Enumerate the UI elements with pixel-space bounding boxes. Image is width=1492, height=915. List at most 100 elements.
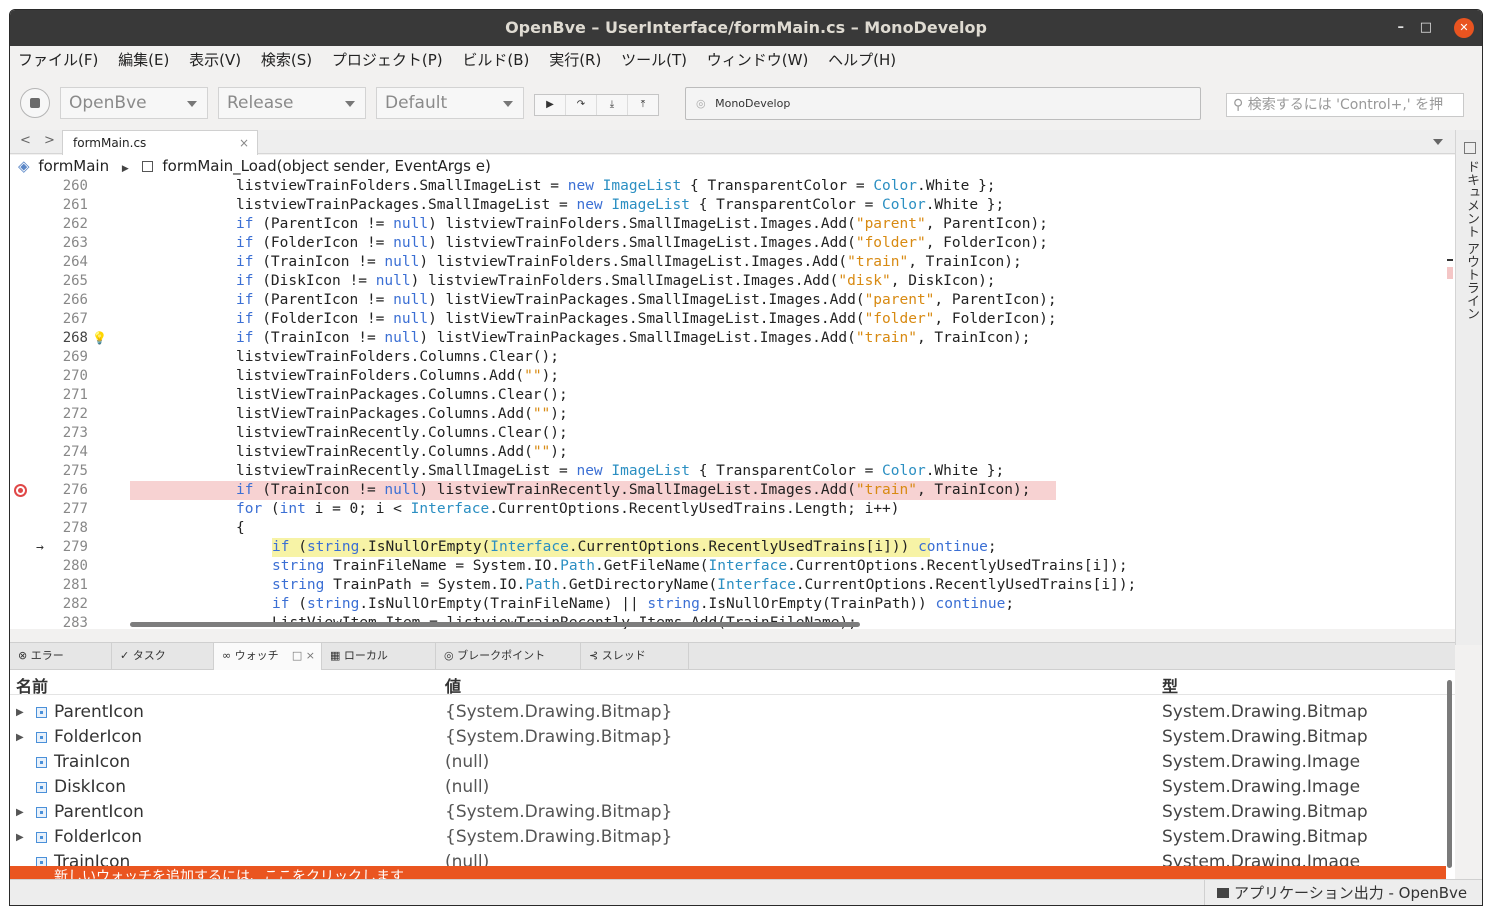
menu-project[interactable]: プロジェクト(P) [332,46,450,74]
document-tab-bar: < > formMain.cs × [10,130,1455,155]
column-type[interactable]: 型 [1162,673,1178,697]
watch-name: FolderIcon [54,827,143,847]
tab-formmain[interactable]: formMain.cs × [62,130,258,155]
project-selector[interactable]: OpenBve [60,87,208,119]
code-line[interactable]: 277 for (int i = 0; i < Interface.Current… [10,500,1455,519]
outline-icon [1464,142,1476,154]
code-line[interactable]: 280 string TrainFileName = System.IO.Path… [10,557,1455,576]
tab-threads[interactable]: ⊰ スレッド [581,643,689,670]
code-line[interactable]: 272 listViewTrainPackages.Columns.Add("")… [10,405,1455,424]
close-icon[interactable]: × [239,131,249,155]
code-text: for (int i = 0; i < Interface.CurrentOpt… [236,501,900,517]
menu-search[interactable]: 検索(S) [261,46,319,74]
tab-tasks[interactable]: ✓ タスク [112,643,214,670]
code-line[interactable]: 274 listviewTrainRecently.Columns.Add("")… [10,443,1455,462]
line-number: 274 [62,444,88,460]
watch-row[interactable]: ▶ FolderIcon {System.Drawing.Bitmap} System… [10,825,1455,850]
breakpoint-icon[interactable] [14,484,27,497]
chevron-left-icon[interactable]: < [20,130,31,152]
code-line[interactable]: 276 if (TrainIcon != null) listviewTrainR… [10,481,1455,500]
search-icon: ⚲ [1233,97,1244,113]
code-line[interactable]: 273 listviewTrainRecently.Columns.Clear()… [10,424,1455,443]
menu-window[interactable]: ウィンドウ(W) [707,46,816,74]
line-number: 273 [62,425,88,441]
close-button[interactable]: ✕ [1454,18,1474,38]
code-line[interactable]: 260 listviewTrainFolders.SmallImageList =… [10,177,1455,196]
document-outline-panel[interactable]: ドキュメント アウトライン [1455,130,1482,645]
code-line[interactable]: 267 if (FolderIcon != null) listViewTrain… [10,310,1455,329]
line-number: 268 [62,330,88,346]
tab-locals[interactable]: ▦ ローカル [322,643,436,670]
column-value[interactable]: 値 [445,673,461,697]
code-text: listviewTrainRecently.SmallImageList = n… [236,463,1005,479]
code-line[interactable]: 278 { [10,519,1455,538]
horizontal-scrollbar[interactable] [130,622,860,627]
tab-breakpoints[interactable]: ◎ ブレークポイント [436,643,581,670]
menu-edit[interactable]: 編集(E) [118,46,176,74]
watch-row[interactable]: ▶ FolderIcon {System.Drawing.Bitmap} System… [10,725,1455,750]
column-name[interactable]: 名前 [16,673,48,697]
code-text: string TrainPath = System.IO.Path.GetDir… [272,577,1137,593]
code-line[interactable]: → 279 if (string.IsNullOrEmpty(Interface.C… [10,538,1455,557]
code-text: listviewTrainFolders.SmallImageList = ne… [236,178,996,194]
play-icon[interactable]: ▶ [535,95,566,115]
menu-view[interactable]: 表示(V) [189,46,248,74]
menu-build[interactable]: ビルド(B) [462,46,536,74]
chevron-right-icon[interactable]: > [44,130,55,152]
step-into-icon[interactable]: ⤓ [597,95,628,115]
tab-watch[interactable]: ∞ ウォッチ □ × [214,643,322,670]
configuration-selector[interactable]: Release [218,87,366,119]
code-text: if (TrainIcon != null) listviewTrainFold… [236,254,1022,270]
menu-tools[interactable]: ツール(T) [621,46,694,74]
watch-row[interactable]: TrainIcon (null) System.Drawing.Image [10,750,1455,775]
code-line[interactable]: 266 if (ParentIcon != null) listViewTrain… [10,291,1455,310]
menu-help[interactable]: ヘルプ(H) [828,46,903,74]
expand-arrow-icon[interactable]: ▶ [16,800,24,825]
expand-arrow-icon[interactable]: ▶ [16,825,24,850]
code-text: { [236,520,245,536]
code-line[interactable]: 265 if (DiskIcon != null) listviewTrainFo… [10,272,1455,291]
watch-row[interactable]: ▶ ParentIcon {System.Drawing.Bitmap} System… [10,800,1455,825]
stop-button[interactable] [20,88,50,118]
watch-header: 名前 値 型 [10,670,1455,697]
code-line[interactable]: 261 listviewTrainPackages.SmallImageList … [10,196,1455,215]
code-line[interactable]: 264 if (TrainIcon != null) listviewTrainF… [10,253,1455,272]
code-line[interactable]: 271 listViewTrainPackages.Columns.Clear()… [10,386,1455,405]
expand-arrow-icon[interactable]: ▶ [16,700,24,725]
search-input[interactable]: ⚲ 検索するには 'Control+,' を押 [1226,93,1464,117]
breadcrumb-method[interactable]: formMain_Load(object sender, EventArgs e… [162,157,490,175]
toolbar: OpenBve Release Default ▶ ↷ ⤓ ⤒ ◎ MonoDe… [10,74,1482,130]
overview-marker [1447,259,1453,261]
menu-file[interactable]: ファイル(F) [18,46,105,74]
expand-arrow-icon[interactable]: ▶ [16,725,24,750]
tab-list-dropdown-icon[interactable] [1433,139,1443,145]
maximize-button[interactable]: □ [1420,10,1432,46]
application-output-button[interactable]: アプリケーション出力 - OpenBve [1204,880,1467,905]
watch-name: FolderIcon [54,727,143,747]
tab-watch-label: ウォッチ [234,649,279,662]
breadcrumb-class[interactable]: formMain [38,157,109,175]
code-line[interactable]: 268 💡 if (TrainIcon != null) listViewTrain… [10,329,1455,348]
lightbulb-icon[interactable]: 💡 [92,329,107,348]
watch-row[interactable]: ▶ ParentIcon {System.Drawing.Bitmap} System… [10,700,1455,725]
code-editor[interactable]: 260 listviewTrainFolders.SmallImageList =… [10,177,1455,629]
code-line[interactable]: 269 listviewTrainFolders.Columns.Clear(); [10,348,1455,367]
code-line[interactable]: 282 if (string.IsNullOrEmpty(TrainFileNam… [10,595,1455,614]
minimize-button[interactable]: – [1398,10,1405,46]
code-line[interactable]: 270 listviewTrainFolders.Columns.Add(""); [10,367,1455,386]
code-line[interactable]: 281 string TrainPath = System.IO.Path.Get… [10,576,1455,595]
code-line[interactable]: 275 listviewTrainRecently.SmallImageList … [10,462,1455,481]
code-line[interactable]: 262 if (ParentIcon != null) listviewTrain… [10,215,1455,234]
target-selector-value: Default [385,93,448,113]
step-over-icon[interactable]: ↷ [566,95,597,115]
line-number: 270 [62,368,88,384]
menu-run[interactable]: 実行(R) [549,46,608,74]
step-out-icon[interactable]: ⤒ [628,95,658,115]
vertical-scrollbar[interactable] [1447,680,1452,868]
line-number: 264 [62,254,88,270]
close-icon[interactable]: □ × [292,643,315,669]
watch-row[interactable]: DiskIcon (null) System.Drawing.Image [10,775,1455,800]
code-line[interactable]: 263 if (FolderIcon != null) listviewTrain… [10,234,1455,253]
tab-errors[interactable]: ⊗ エラー [10,643,112,670]
target-selector[interactable]: Default [376,87,524,119]
